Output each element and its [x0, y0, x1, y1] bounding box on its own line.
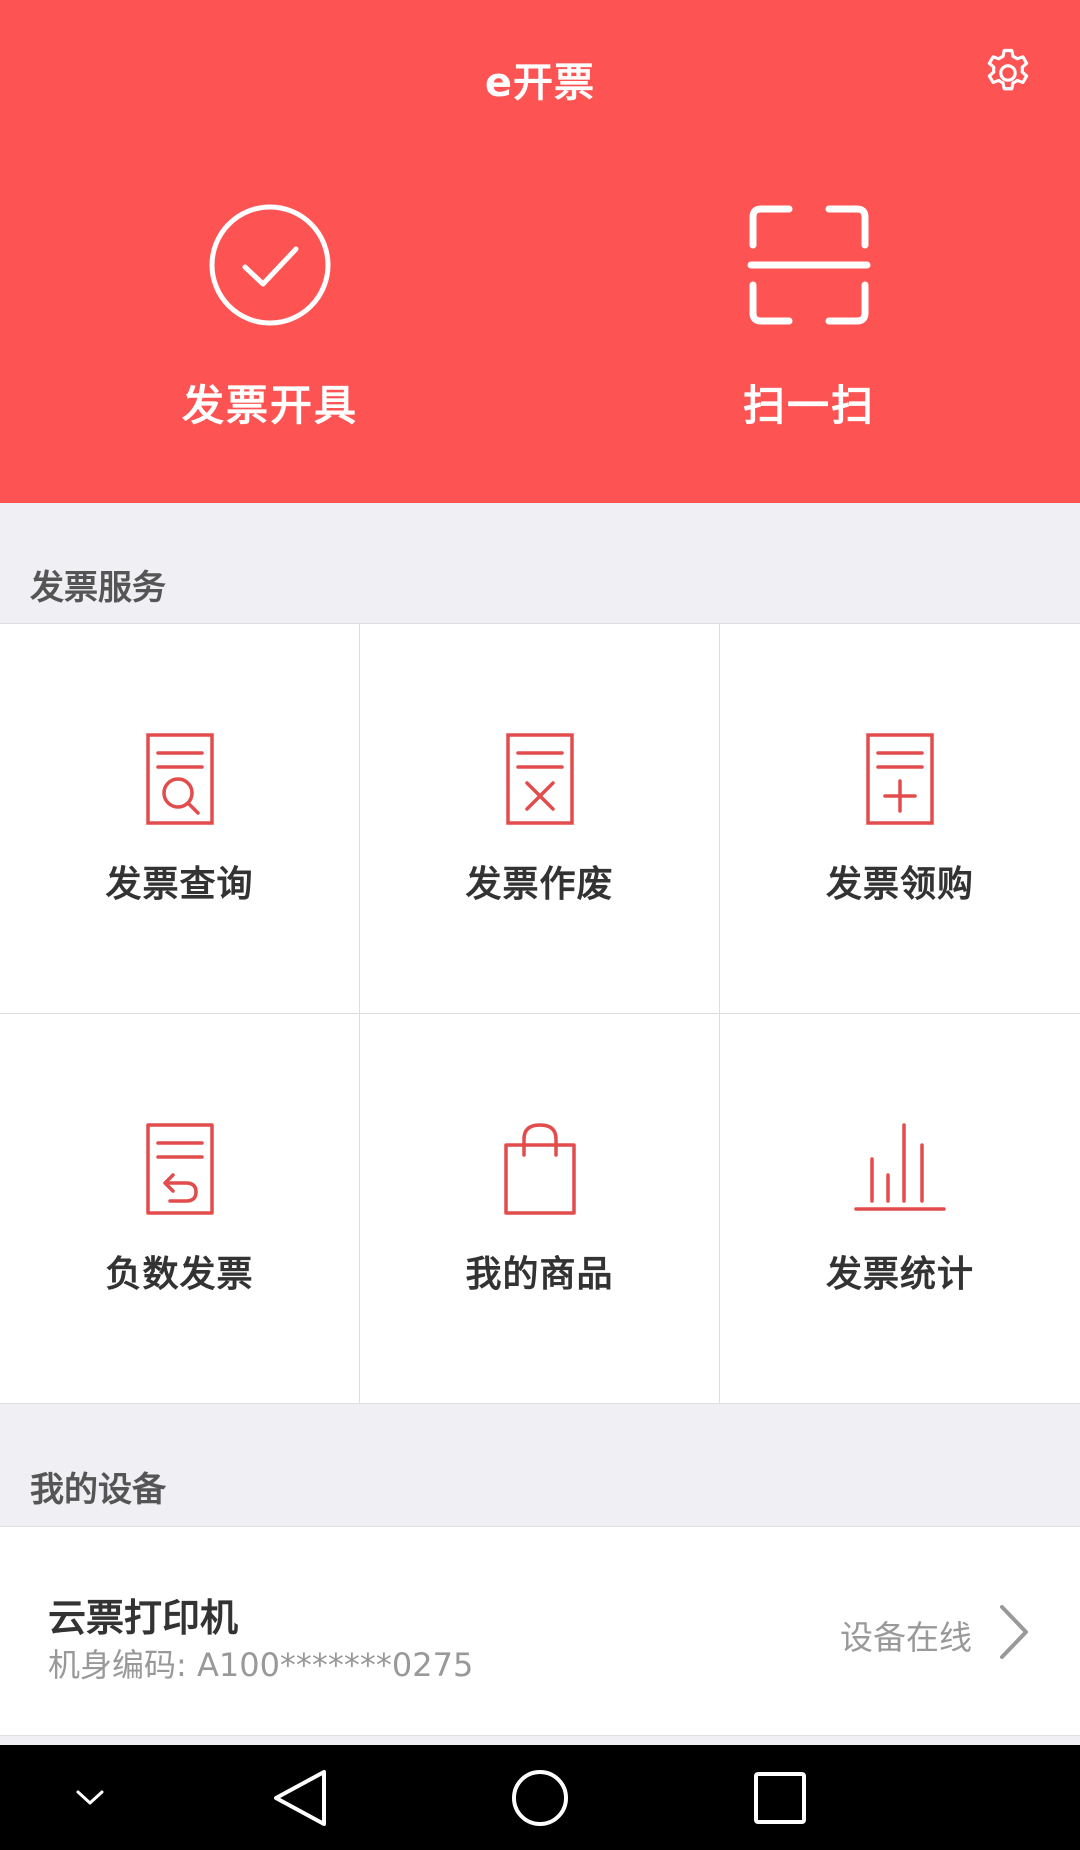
issue-invoice-label: 发票开具 [181, 381, 358, 430]
recents-button[interactable] [740, 1745, 820, 1850]
invoice-purchase-icon [866, 733, 934, 825]
invoice-query-label: 发票查询 [105, 864, 254, 905]
invoice-query-button[interactable]: 发票查询 [0, 624, 360, 1014]
my-products-label: 我的商品 [465, 1254, 614, 1295]
device-code: 机身编码: A100*******0275 [48, 1646, 474, 1684]
invoice-search-icon [145, 733, 214, 825]
my-products-button[interactable]: 我的商品 [360, 1014, 720, 1404]
settings-button[interactable] [975, 40, 1041, 106]
check-circle-icon [209, 204, 331, 326]
device-status: 设备在线 [840, 1618, 972, 1657]
invoice-statistics-label: 发票统计 [825, 1254, 974, 1295]
invoice-void-button[interactable]: 发票作废 [360, 624, 720, 1014]
hide-nav-button[interactable] [60, 1745, 120, 1850]
invoice-void-label: 发票作废 [465, 864, 614, 905]
app-title: e开票 [484, 60, 596, 106]
invoice-purchase-label: 发票领购 [825, 864, 974, 905]
bar-chart-icon [854, 1123, 946, 1211]
my-devices-title: 我的设备 [30, 1470, 166, 1510]
scan-icon [747, 205, 871, 325]
device-name: 云票打印机 [48, 1596, 239, 1640]
chevron-right-icon [1000, 1605, 1028, 1659]
device-item[interactable]: 云票打印机 机身编码: A100*******0275 设备在线 [0, 1526, 1080, 1736]
invoice-services-title: 发票服务 [30, 568, 166, 608]
system-navigation-bar [0, 1745, 1080, 1850]
recents-icon [754, 1771, 806, 1824]
scan-button[interactable]: 扫一扫 [629, 200, 989, 440]
negative-invoice-label: 负数发票 [105, 1254, 254, 1295]
invoice-statistics-button[interactable]: 发票统计 [720, 1014, 1080, 1404]
header: e开票 发票开具 扫一扫 [0, 0, 1080, 503]
invoice-negative-icon [145, 1123, 214, 1215]
shopping-bag-icon [503, 1123, 576, 1215]
invoice-void-icon [505, 733, 574, 825]
home-button[interactable] [500, 1745, 580, 1850]
invoice-services-grid: 发票查询 发票作废 发票领购 负数发票 我的商品 发票统计 [0, 623, 1080, 1404]
scan-label: 扫一扫 [742, 381, 875, 430]
back-button[interactable] [260, 1745, 340, 1850]
issue-invoice-button[interactable]: 发票开具 [90, 200, 450, 440]
negative-invoice-button[interactable]: 负数发票 [0, 1014, 360, 1404]
chevron-down-icon [76, 1790, 104, 1804]
back-icon [274, 1769, 326, 1826]
invoice-purchase-button[interactable]: 发票领购 [720, 624, 1080, 1014]
home-icon [512, 1769, 568, 1826]
gear-icon [987, 48, 1029, 91]
